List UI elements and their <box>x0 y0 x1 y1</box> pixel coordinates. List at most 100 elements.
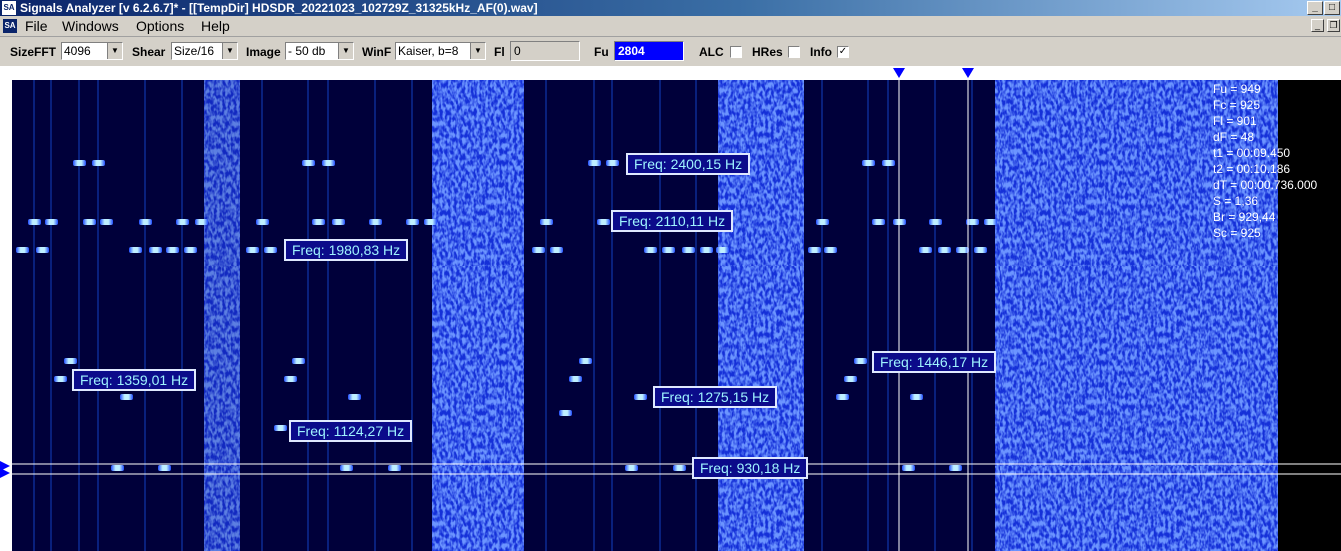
tone-dash <box>634 394 647 400</box>
tone-dash <box>45 219 58 225</box>
freq-label[interactable]: Freq: 2400,15 Hz <box>626 153 751 175</box>
tone-dash <box>606 160 619 166</box>
freq-label[interactable]: Freq: 1359,01 Hz <box>72 369 197 391</box>
image-select[interactable]: - 50 db ▼ <box>285 42 354 60</box>
tone-dash <box>984 219 997 225</box>
info-label: Info <box>810 45 832 59</box>
tone-dash <box>340 465 353 471</box>
mdi-minimize-icon[interactable]: _ <box>1311 19 1324 32</box>
tone-dash <box>406 219 419 225</box>
toolbar: SizeFFT 4096 ▼ Shear Size/16 ▼ Image - 5… <box>0 37 1341 65</box>
tone-dash <box>369 219 382 225</box>
winf-select[interactable]: Kaiser, b=8 ▼ <box>395 42 486 60</box>
tone-dash <box>532 247 545 253</box>
tone-dash <box>302 160 315 166</box>
tone-dash <box>716 247 729 253</box>
chevron-down-icon[interactable]: ▼ <box>107 43 122 59</box>
cursor-fl-marker-icon[interactable] <box>0 468 10 478</box>
tone-dash <box>559 410 572 416</box>
info-fl: Fl = 901 <box>1213 114 1257 128</box>
menu-help[interactable]: Help <box>201 18 230 34</box>
sizefft-select[interactable]: 4096 ▼ <box>61 42 123 60</box>
freq-label[interactable]: Freq: 2110,11 Hz <box>611 210 734 232</box>
menu-bar: SA File Windows Options Help _ ❐ <box>0 16 1341 37</box>
tone-dash <box>836 394 849 400</box>
cursor-t2-marker-icon[interactable] <box>962 68 974 78</box>
fu-field[interactable]: 2804 <box>614 41 684 61</box>
image-label: Image <box>246 45 281 59</box>
winf-label: WinF <box>362 45 392 59</box>
hres-label: HRes <box>752 45 783 59</box>
tone-dash <box>54 376 67 382</box>
tone-dash <box>176 219 189 225</box>
title-bar: SA Signals Analyzer [v 6.2.6.7]* - [[Tem… <box>0 0 1341 16</box>
mdi-restore-icon[interactable]: ❐ <box>1327 19 1340 32</box>
info-checkbox[interactable]: ✓ <box>837 46 849 58</box>
tone-dash <box>844 376 857 382</box>
tone-dash <box>73 160 86 166</box>
freq-label[interactable]: Freq: 1275,15 Hz <box>653 386 778 408</box>
tone-dash <box>129 247 142 253</box>
tone-dash <box>974 247 987 253</box>
tone-dash <box>256 219 269 225</box>
minimize-icon[interactable]: _ <box>1307 1 1323 15</box>
tone-dash <box>28 219 41 225</box>
winf-value: Kaiser, b=8 <box>398 44 459 58</box>
freq-label[interactable]: Freq: 1980,83 Hz <box>284 239 409 261</box>
alc-checkbox[interactable] <box>730 46 742 58</box>
shear-select[interactable]: Size/16 ▼ <box>171 42 238 60</box>
info-fu: Fu = 949 <box>1213 82 1261 96</box>
hres-checkbox[interactable] <box>788 46 800 58</box>
tone-dash <box>882 160 895 166</box>
tone-dash <box>625 465 638 471</box>
tone-dash <box>36 247 49 253</box>
alc-label: ALC <box>699 45 724 59</box>
tone-dash <box>158 465 171 471</box>
tone-dash <box>83 219 96 225</box>
menu-file[interactable]: File <box>25 18 48 34</box>
tone-dash <box>149 247 162 253</box>
chevron-down-icon[interactable]: ▼ <box>222 43 237 59</box>
freq-label[interactable]: Freq: 930,18 Hz <box>692 457 809 479</box>
tone-dash <box>682 247 695 253</box>
freq-label[interactable]: Freq: 1124,27 Hz <box>289 420 413 442</box>
tone-dash <box>100 219 113 225</box>
info-df: dF = 48 <box>1213 130 1255 144</box>
tone-dash <box>662 247 675 253</box>
fl-field[interactable]: 0 <box>510 41 580 61</box>
tone-dash <box>424 219 437 225</box>
tone-dash <box>854 358 867 364</box>
document-icon[interactable]: SA <box>3 19 17 33</box>
fl-label: Fl <box>494 45 505 59</box>
tone-dash <box>388 465 401 471</box>
tone-dash <box>862 160 875 166</box>
tone-dash <box>16 247 29 253</box>
menu-options[interactable]: Options <box>136 18 184 34</box>
info-br: Br = 929,44 <box>1213 210 1276 224</box>
sizefft-label: SizeFFT <box>10 45 57 59</box>
tone-dash <box>956 247 969 253</box>
sizefft-value: 4096 <box>64 44 91 58</box>
tone-dash <box>284 376 297 382</box>
maximize-icon[interactable]: □ <box>1324 1 1340 15</box>
freq-label[interactable]: Freq: 1446,17 Hz <box>872 351 997 373</box>
tone-dash <box>902 465 915 471</box>
spectrogram[interactable] <box>0 66 1341 551</box>
fu-label: Fu <box>594 45 609 59</box>
info-fc: Fc = 925 <box>1213 98 1261 112</box>
info-dt: dT = 00:00.736.000 <box>1213 178 1318 192</box>
tone-dash <box>808 247 821 253</box>
chevron-down-icon[interactable]: ▼ <box>338 43 353 59</box>
tone-dash <box>246 247 259 253</box>
info-sc: Sc = 925 <box>1213 226 1261 240</box>
chevron-down-icon[interactable]: ▼ <box>470 43 485 59</box>
menu-windows[interactable]: Windows <box>62 18 119 34</box>
spectrogram-area[interactable] <box>0 66 1341 551</box>
tone-dash <box>938 247 951 253</box>
tone-dash <box>274 425 287 431</box>
info-s: S = 1,36 <box>1213 194 1259 208</box>
tone-dash <box>816 219 829 225</box>
tone-dash <box>166 247 179 253</box>
cursor-t1-marker-icon[interactable] <box>893 68 905 78</box>
tone-dash <box>597 219 610 225</box>
